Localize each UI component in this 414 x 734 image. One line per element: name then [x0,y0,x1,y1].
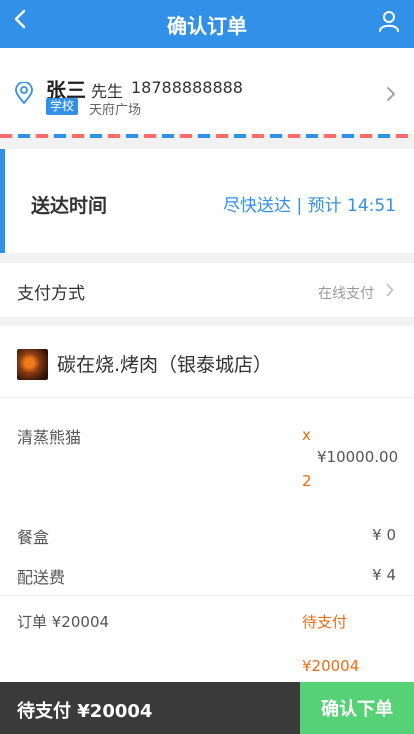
box-fee-value: ¥ 0 [372,526,396,544]
user-icon [379,11,399,32]
delivery-time-value: 尽快送达 | 预计 14:51 [223,196,396,216]
box-fee-label: 餐盒 [17,528,50,547]
address-street: 天府广场 [89,103,142,118]
shop-header: 碳在烧.烤肉（银泰城店） [0,326,414,398]
chevron-right-icon [386,283,394,297]
food-item-name: 清蒸熊猫 [17,428,82,447]
shop-name: 碳在烧.烤肉（银泰城店） [57,354,273,376]
delivery-fee-value: ¥ 4 [372,566,396,584]
payment-method-row[interactable]: 支付方式 在线支付 [0,263,414,317]
food-item: 清蒸熊猫 x ¥10000.00 2 [0,398,414,508]
amount-due: 待支付 ¥20004 [17,701,153,722]
address-envelope-stripe [0,134,414,138]
food-item-quantity: 2 [302,472,312,490]
payment-method-value: 在线支付 [318,286,374,302]
page-title: 确认订单 [167,13,247,38]
order-details: 碳在烧.烤肉（银泰城店） 清蒸熊猫 x ¥10000.00 2 餐盒 ¥ 0 配… [0,326,414,734]
chevron-left-icon [14,9,26,29]
delivery-address[interactable]: 张三 先生 18788888888 学校 天府广场 [0,48,414,134]
food-item-price: ¥10000.00 [317,448,399,466]
order-total-amount: ¥20004 [302,657,360,675]
payment-method-label: 支付方式 [17,284,85,304]
delivery-time-row[interactable]: 送达时间 尽快送达 | 预计 14:51 [0,149,414,253]
top-header: 确认订单 [0,0,414,48]
user-button[interactable] [378,10,400,32]
back-button[interactable] [8,6,32,32]
order-status: 待支付 [302,613,348,631]
address-tag: 学校 [46,98,79,115]
order-total-label: 订单 ¥20004 [17,613,110,631]
recipient-phone: 18788888888 [131,78,243,97]
order-total-row: 订单 ¥20004 待支付 ¥20004 [0,596,414,696]
delivery-time-label: 送达时间 [31,195,108,217]
chevron-right-icon [387,87,395,101]
food-item-multiplier: x [302,426,311,444]
box-fee-row: 餐盒 ¥ 0 [0,508,414,556]
delivery-fee-label: 配送费 [17,568,66,587]
delivery-fee-row: 配送费 ¥ 4 [0,556,414,596]
confirm-order-button[interactable]: 确认下单 [300,682,414,734]
shop-logo [17,349,48,380]
checkout-bar: 待支付 ¥20004 确认下单 [0,682,414,734]
location-pin-icon [15,82,33,104]
